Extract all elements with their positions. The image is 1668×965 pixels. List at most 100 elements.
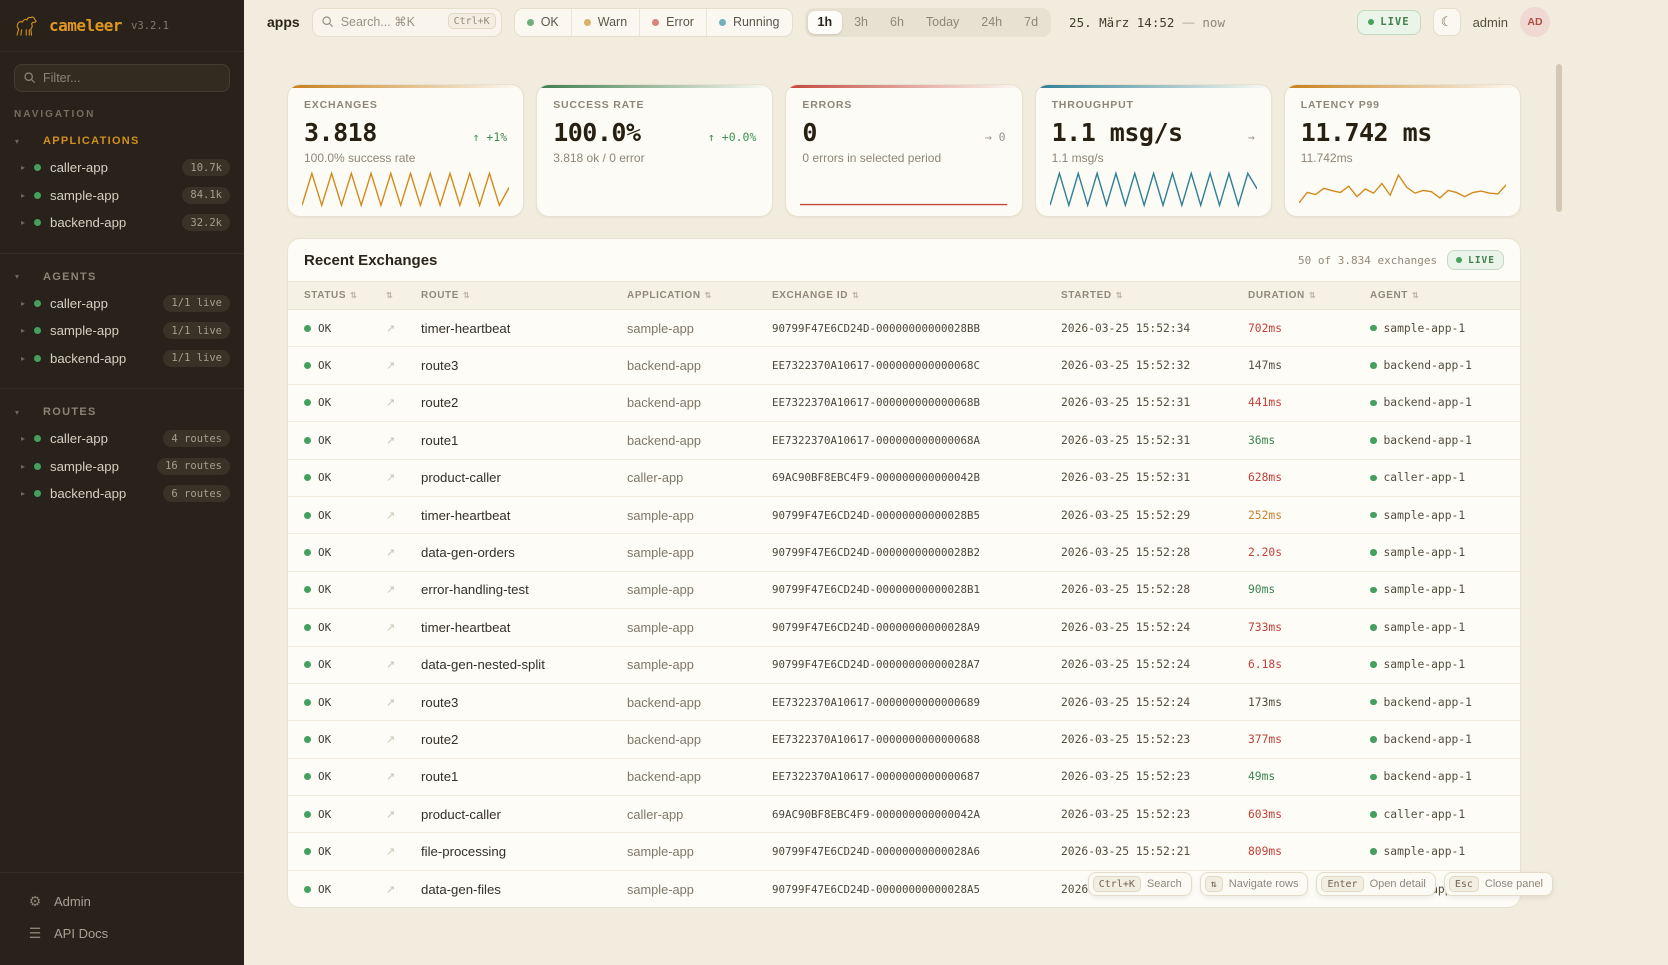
table-row[interactable]: OK↗timer-heartbeatsample-app90799F47E6CD… <box>288 310 1520 347</box>
row-open-icon[interactable]: ↗ <box>386 621 421 634</box>
kpi-subtitle: 11.742ms <box>1301 151 1504 165</box>
table-row[interactable]: OK↗route3backend-appEE7322370A10617-0000… <box>288 684 1520 721</box>
kpi-card-exchanges[interactable]: EXCHANGES3.818↑ +1%100.0% success rate <box>287 84 524 217</box>
row-open-icon[interactable]: ↗ <box>386 546 421 559</box>
dark-mode-toggle[interactable]: ☾ <box>1433 8 1461 36</box>
time-range-today[interactable]: Today <box>916 11 969 34</box>
row-open-icon[interactable]: ↗ <box>386 509 421 522</box>
application-cell: caller-app <box>627 807 772 822</box>
row-open-icon[interactable]: ↗ <box>386 658 421 671</box>
footer-item-admin[interactable]: ⚙Admin <box>0 885 244 917</box>
column-header-status[interactable]: STATUS⇅ <box>304 290 386 301</box>
agent-status-dot-icon <box>1370 848 1377 855</box>
row-open-icon[interactable]: ↗ <box>386 396 421 409</box>
sidebar-item-sample-app[interactable]: ▸sample-app1/1 live <box>0 317 244 345</box>
table-row[interactable]: OK↗route3backend-appEE7322370A10617-0000… <box>288 347 1520 384</box>
column-header-started[interactable]: STARTED⇅ <box>1061 290 1248 301</box>
sidebar-item-backend-app[interactable]: ▸backend-app32.2k <box>0 209 244 237</box>
kpi-card-success-rate[interactable]: SUCCESS RATE100.0%↑ +0.0%3.818 ok / 0 er… <box>536 84 773 217</box>
status-cell: OK <box>304 883 386 896</box>
status-filter-warn[interactable]: Warn <box>571 9 639 36</box>
row-open-icon[interactable]: ↗ <box>386 883 421 896</box>
list-icon: ☰ <box>27 925 43 942</box>
table-row[interactable]: OK↗product-callercaller-app69AC90BF8EBC4… <box>288 796 1520 833</box>
row-open-icon[interactable]: ↗ <box>386 471 421 484</box>
avatar[interactable]: AD <box>1520 7 1550 37</box>
section-label: AGENTS <box>43 271 97 283</box>
time-range-7d[interactable]: 7d <box>1014 11 1048 34</box>
scrollbar-thumb[interactable] <box>1556 64 1562 212</box>
footer-item-api-docs[interactable]: ☰API Docs <box>0 917 244 949</box>
shortcut-label: Search <box>1147 878 1182 890</box>
row-open-icon[interactable]: ↗ <box>386 696 421 709</box>
row-open-icon[interactable]: ↗ <box>386 845 421 858</box>
nav-sections: ▾APPLICATIONS▸caller-app10.7k▸sample-app… <box>0 124 244 872</box>
time-range-3h[interactable]: 3h <box>844 11 878 34</box>
sidebar-item-caller-app[interactable]: ▸caller-app4 routes <box>0 425 244 453</box>
column-header-duration[interactable]: DURATION⇅ <box>1248 290 1370 301</box>
column-header-route[interactable]: ROUTE⇅ <box>421 290 627 301</box>
status-cell: OK <box>304 359 386 372</box>
row-open-icon[interactable]: ↗ <box>386 322 421 335</box>
column-header-application[interactable]: APPLICATION⇅ <box>627 290 772 301</box>
table-row[interactable]: OK↗error-handling-testsample-app90799F47… <box>288 572 1520 609</box>
route-cell: data-gen-orders <box>421 545 627 560</box>
recent-exchanges-card: Recent Exchanges 50 of 3.834 exchanges L… <box>287 238 1521 908</box>
status-filter-ok[interactable]: OK <box>515 9 571 36</box>
row-open-icon[interactable]: ↗ <box>386 434 421 447</box>
section-header-routes[interactable]: ▾ROUTES <box>0 399 244 425</box>
table-row[interactable]: OK↗route1backend-appEE7322370A10617-0000… <box>288 422 1520 459</box>
row-open-icon[interactable]: ↗ <box>386 733 421 746</box>
status-dot-icon <box>34 463 41 470</box>
time-range-1h[interactable]: 1h <box>808 11 843 34</box>
table-row[interactable]: OK↗route1backend-appEE7322370A10617-0000… <box>288 759 1520 796</box>
kpi-card-throughput[interactable]: THROUGHPUT1.1 msg/s→1.1 msg/s <box>1035 84 1272 217</box>
table-row[interactable]: OK↗timer-heartbeatsample-app90799F47E6CD… <box>288 497 1520 534</box>
table-row[interactable]: OK↗data-gen-nested-splitsample-app90799F… <box>288 647 1520 684</box>
row-open-icon[interactable]: ↗ <box>386 583 421 596</box>
column-header-exchange-id[interactable]: EXCHANGE ID⇅ <box>772 290 1061 301</box>
table-row[interactable]: OK↗file-processingsample-app90799F47E6CD… <box>288 833 1520 870</box>
started-cell: 2026-03-25 15:52:24 <box>1061 658 1248 671</box>
table-row[interactable]: OK↗product-callercaller-app69AC90BF8EBC4… <box>288 460 1520 497</box>
sidebar-item-badge: 1/1 live <box>163 322 230 339</box>
status-dot-icon <box>652 19 659 26</box>
kpi-card-latency-p99[interactable]: LATENCY P9911.742 ms11.742ms <box>1284 84 1521 217</box>
agent-label: backend-app-1 <box>1384 770 1472 783</box>
section-header-applications[interactable]: ▾APPLICATIONS <box>0 128 244 154</box>
kpi-card-errors[interactable]: ERRORS0→ 00 errors in selected period <box>785 84 1022 217</box>
column-header-open[interactable]: ⇅ <box>386 291 421 300</box>
agent-cell: sample-app-1 <box>1370 509 1520 522</box>
caret-right-icon: ▸ <box>21 354 34 363</box>
table-row[interactable]: OK↗route2backend-appEE7322370A10617-0000… <box>288 721 1520 758</box>
live-dot-icon <box>1368 19 1374 25</box>
live-toggle[interactable]: LIVE <box>1357 10 1420 35</box>
sidebar-item-backend-app[interactable]: ▸backend-app1/1 live <box>0 345 244 373</box>
status-filter-label: Warn <box>598 15 627 29</box>
app-root: cameleer v3.2.1 NAVIGATION ▾APPLICATIONS… <box>0 0 1668 965</box>
filter-input[interactable] <box>14 64 230 92</box>
table-row[interactable]: OK↗data-gen-orderssample-app90799F47E6CD… <box>288 534 1520 571</box>
agent-label: backend-app-1 <box>1384 359 1472 372</box>
sidebar-item-sample-app[interactable]: ▸sample-app84.1k <box>0 182 244 210</box>
sidebar-item-caller-app[interactable]: ▸caller-app10.7k <box>0 154 244 182</box>
kpi-subtitle: 100.0% success rate <box>304 151 507 165</box>
row-open-icon[interactable]: ↗ <box>386 359 421 372</box>
kpi-sparkline <box>800 169 1007 209</box>
sidebar-item-sample-app[interactable]: ▸sample-app16 routes <box>0 453 244 481</box>
duration-cell: 252ms <box>1248 509 1370 522</box>
status-filter-running[interactable]: Running <box>706 9 792 36</box>
section-header-agents[interactable]: ▾AGENTS <box>0 264 244 290</box>
column-header-agent[interactable]: AGENT⇅ <box>1370 290 1520 301</box>
row-open-icon[interactable]: ↗ <box>386 808 421 821</box>
table-row[interactable]: OK↗timer-heartbeatsample-app90799F47E6CD… <box>288 609 1520 646</box>
status-filter-error[interactable]: Error <box>639 9 706 36</box>
time-range-6h[interactable]: 6h <box>880 11 914 34</box>
shortcut-open-detail: EnterOpen detail <box>1316 872 1435 896</box>
row-open-icon[interactable]: ↗ <box>386 770 421 783</box>
time-range-24h[interactable]: 24h <box>971 11 1012 34</box>
sidebar-item-backend-app[interactable]: ▸backend-app6 routes <box>0 480 244 508</box>
agent-label: caller-app-1 <box>1384 808 1466 821</box>
sidebar-item-caller-app[interactable]: ▸caller-app1/1 live <box>0 290 244 318</box>
table-row[interactable]: OK↗route2backend-appEE7322370A10617-0000… <box>288 385 1520 422</box>
